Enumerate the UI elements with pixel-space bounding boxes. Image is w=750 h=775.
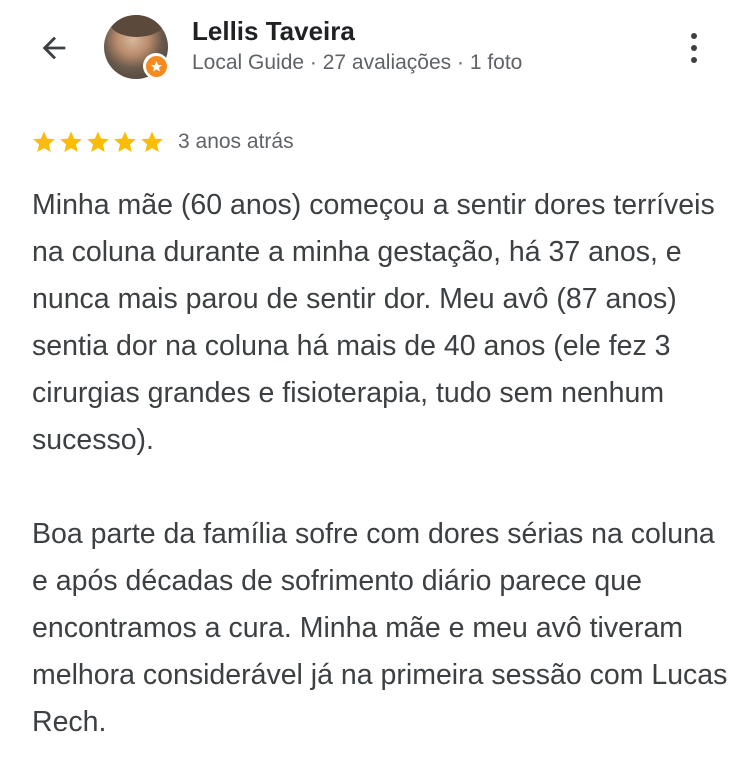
more-options-button[interactable] [674, 26, 714, 70]
review-header: Lellis Taveira Local Guide · 27 avaliaçõ… [0, 0, 750, 100]
star-badge-icon [150, 60, 162, 71]
star-icon [114, 131, 136, 152]
arrow-back-icon [42, 36, 66, 60]
review-paragraph: Boa parte da família sofre com dores sér… [32, 518, 728, 738]
star-icon [60, 131, 82, 152]
more-vert-icon [691, 33, 697, 39]
review-text: Minha mãe (60 anos) começou a sentir dor… [32, 182, 732, 746]
reviewer-name[interactable]: Lellis Taveira [192, 16, 355, 47]
star-icon [87, 131, 109, 152]
back-button[interactable] [30, 24, 78, 72]
review-paragraph: Minha mãe (60 anos) começou a sentir dor… [32, 189, 715, 456]
star-rating [32, 130, 164, 154]
reviewer-meta: Local Guide · 27 avaliações · 1 foto [192, 51, 523, 74]
rating-row: 3 anos atrás [32, 126, 294, 158]
review-date: 3 anos atrás [178, 130, 294, 153]
star-icon [33, 131, 55, 152]
avatar-hair [110, 15, 164, 37]
star-icon [141, 131, 163, 152]
local-guide-badge [143, 53, 169, 79]
